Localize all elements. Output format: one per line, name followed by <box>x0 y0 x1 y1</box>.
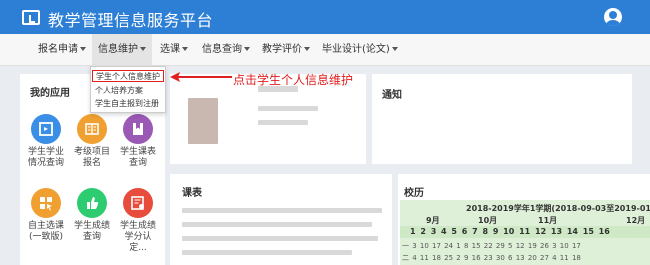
user-avatar-head <box>609 11 617 19</box>
calendar-month: 10月 <box>478 216 498 225</box>
menu-signup[interactable]: 报名申请 <box>38 34 86 66</box>
app-tile-label: 考级项目报名 <box>73 147 110 168</box>
calendar-month: 11月 <box>538 216 558 225</box>
annotation-text: 点击学生个人信息维护 <box>233 73 354 87</box>
calendar-row: 二 4 11 18 25 2 9 16 23 30 6 13 20 27 4 1… <box>402 254 581 262</box>
app-tile-label: 学生成绩学分认定... <box>119 221 156 253</box>
schedule-title: 课表 <box>182 188 202 199</box>
app-title: 教学管理信息服务平台 <box>48 11 214 30</box>
cursor-grid-icon <box>31 188 61 218</box>
app-tile-course-schedule[interactable]: 学生课表查询 <box>116 114 160 169</box>
book-icon <box>77 114 107 144</box>
grid-icon <box>31 114 61 144</box>
menu-info-query-label: 信息查询 <box>202 44 242 55</box>
top-header-bar: 教学管理信息服务平台 <box>0 0 650 34</box>
user-avatar[interactable] <box>604 8 622 26</box>
calendar-month: 9月 <box>426 216 440 225</box>
chevron-down-icon <box>80 47 86 51</box>
menu-teaching-evaluation[interactable]: 教学评价 <box>262 34 310 66</box>
chevron-down-icon <box>391 47 398 51</box>
my-apps-title: 我的应用 <box>30 88 70 99</box>
app-tile-credit-recognition[interactable]: 学生成绩学分认定... <box>116 188 160 254</box>
chevron-down-icon <box>140 47 146 51</box>
dropdown-training-plan[interactable]: 个人培养方案 <box>95 85 143 97</box>
calendar-grid: 2018-2019学年1学期(2018-09-03至2019-01 9月 10月… <box>400 200 650 265</box>
profile-line-redacted <box>258 120 308 125</box>
menu-course-selection-label: 选课 <box>160 44 180 55</box>
chevron-down-icon <box>304 47 310 51</box>
chevron-down-icon <box>182 47 188 51</box>
schedule-row-redacted <box>182 250 352 255</box>
bookmark-icon <box>123 114 153 144</box>
menu-teaching-evaluation-label: 教学评价 <box>262 44 302 55</box>
dropdown-self-registration[interactable]: 学生自主报到注册 <box>95 98 159 110</box>
profile-line-redacted <box>258 106 318 111</box>
notice-panel: 通知 <box>372 74 632 164</box>
menu-signup-label: 报名申请 <box>38 44 78 55</box>
menu-info-maintenance-label: 信息维护 <box>98 44 138 55</box>
user-avatar-body <box>606 20 620 26</box>
calendar-month: 12月 <box>626 216 646 225</box>
calendar-row: 一 3 10 17 24 1 8 15 22 29 5 12 19 26 3 1… <box>402 242 581 250</box>
thumb-icon <box>77 188 107 218</box>
platform-logo-icon <box>22 10 40 25</box>
profile-photo <box>188 98 218 144</box>
menu-graduation-project-label: 毕业设计(论文) <box>322 44 390 55</box>
app-tile-exam-signup[interactable]: 考级项目报名 <box>70 114 114 169</box>
red-arrow-icon <box>170 72 232 82</box>
menu-course-selection[interactable]: 选课 <box>160 34 188 66</box>
app-tile-course-enroll[interactable]: 自主选课(一致版) <box>24 188 68 243</box>
schedule-row-redacted <box>182 236 378 241</box>
cert-icon <box>123 188 153 218</box>
calendar-term: 2018-2019学年1学期(2018-09-03至2019-01 <box>466 204 650 213</box>
dropdown-student-info[interactable]: 学生个人信息维护 <box>92 70 164 82</box>
app-tile-label: 学生学业情况查询 <box>27 147 64 168</box>
schedule-panel: 课表 <box>170 174 392 265</box>
app-tile-label: 自主选课(一致版) <box>27 221 64 242</box>
chevron-down-icon <box>244 47 250 51</box>
menu-info-query[interactable]: 信息查询 <box>202 34 250 66</box>
app-tile-label: 学生成绩查询 <box>73 221 110 242</box>
app-tile-academic-status[interactable]: 学生学业情况查询 <box>24 114 68 169</box>
menu-info-maintenance[interactable]: 信息维护 <box>92 34 152 66</box>
main-menu-bar: 报名申请 信息维护 选课 信息查询 教学评价 毕业设计(论文) <box>0 34 650 66</box>
menu-graduation-project[interactable]: 毕业设计(论文) <box>322 34 398 66</box>
info-maintenance-dropdown: 学生个人信息维护 个人培养方案 学生自主报到注册 <box>90 66 166 113</box>
app-tile-label: 学生课表查询 <box>119 147 156 168</box>
notice-title: 通知 <box>382 90 402 101</box>
app-tile-grade-query[interactable]: 学生成绩查询 <box>70 188 114 243</box>
schedule-row-redacted <box>182 208 382 213</box>
schedule-row-redacted <box>182 222 372 227</box>
calendar-title: 校历 <box>404 188 424 199</box>
calendar-week-numbers: 1 2 3 4 5 6 7 8 9 10 11 12 13 14 15 16 <box>410 227 610 236</box>
